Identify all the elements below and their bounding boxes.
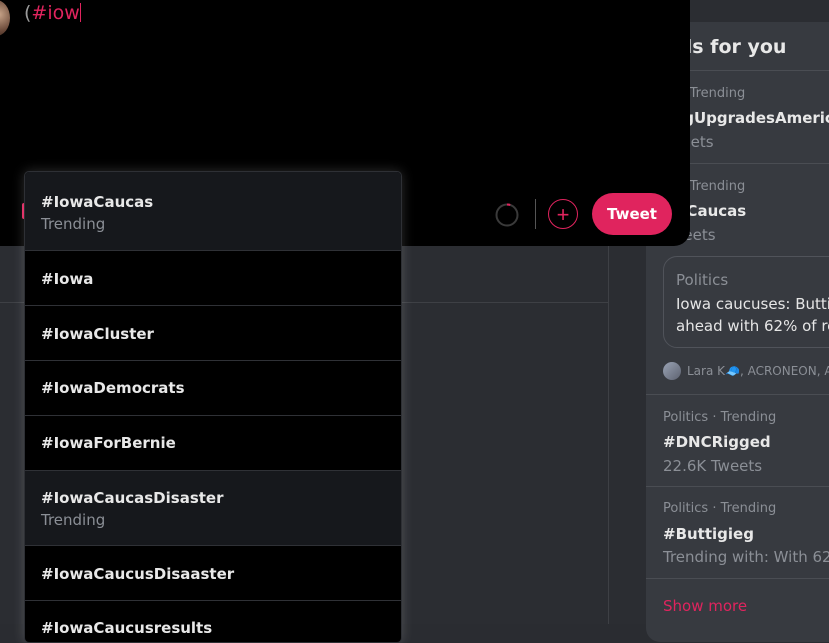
suggestion-name: #IowaCaucas — [41, 193, 154, 211]
trends-divider — [646, 394, 829, 395]
trend-count: Trending with: With 62% — [663, 548, 829, 566]
suggestion-name: #IowaForBernie — [41, 434, 176, 452]
suggestion-item[interactable]: #IowaCaucas Trending — [25, 172, 401, 251]
character-count-ring-icon — [495, 203, 519, 227]
hashtag-autocomplete: #IowaCaucas Trending #Iowa #IowaCluster … — [24, 171, 402, 643]
text-caret — [79, 3, 81, 22]
suggestion-sub: Trending — [41, 215, 106, 233]
news-card[interactable]: Politics Iowa caucuses: Buttigieg ahead … — [663, 256, 829, 348]
suggestion-name: #IowaDemocrats — [41, 379, 185, 397]
trend-name: #DNCRigged — [663, 433, 771, 451]
suggestion-item[interactable]: #IowaCaucusresults — [25, 601, 401, 642]
suggestion-item[interactable]: #IowaCaucasDisaster Trending — [25, 471, 401, 546]
tweet-button[interactable]: Tweet — [592, 193, 672, 235]
trend-meta: Politics · Trending — [663, 410, 777, 425]
news-headline-line2: ahead with 62% of results — [676, 317, 829, 335]
compose-input[interactable]: (#iow — [24, 2, 81, 24]
news-category: Politics — [676, 271, 729, 289]
suggestion-name: #IowaCaucusDisaaster — [41, 565, 235, 583]
suggestion-item[interactable]: #IowaCluster — [25, 306, 401, 361]
trends-divider — [646, 578, 829, 579]
news-headline-line1: Iowa caucuses: Buttigieg — [676, 295, 829, 313]
toolbar-divider — [535, 199, 536, 229]
suggestion-item[interactable]: #IowaForBernie — [25, 416, 401, 471]
trend-count: 22.6K Tweets — [663, 457, 763, 475]
suggestion-name: #IowaCaucusresults — [41, 619, 213, 637]
trend-name: #Buttigieg — [663, 525, 754, 543]
social-context: Lara K🧢, ACRONEON, A — [663, 360, 829, 380]
compose-hashtag: #iow — [31, 2, 80, 24]
suggestion-item[interactable]: #IowaDemocrats — [25, 361, 401, 416]
social-names: Lara K🧢, ACRONEON, A — [687, 363, 829, 378]
show-more-link[interactable]: Show more — [663, 597, 747, 615]
user-avatar — [663, 361, 681, 380]
suggestion-item[interactable]: #IowaCaucusDisaaster — [25, 546, 401, 601]
trend-meta: Politics · Trending — [663, 501, 777, 516]
suggestion-name: #Iowa — [41, 270, 94, 288]
suggestion-name: #IowaCaucasDisaster — [41, 489, 224, 507]
trends-divider — [646, 486, 829, 487]
suggestion-sub: Trending — [41, 511, 106, 529]
suggestion-item[interactable]: #Iowa — [25, 251, 401, 306]
add-tweet-button[interactable]: + — [548, 199, 578, 229]
suggestion-name: #IowaCluster — [41, 325, 154, 343]
